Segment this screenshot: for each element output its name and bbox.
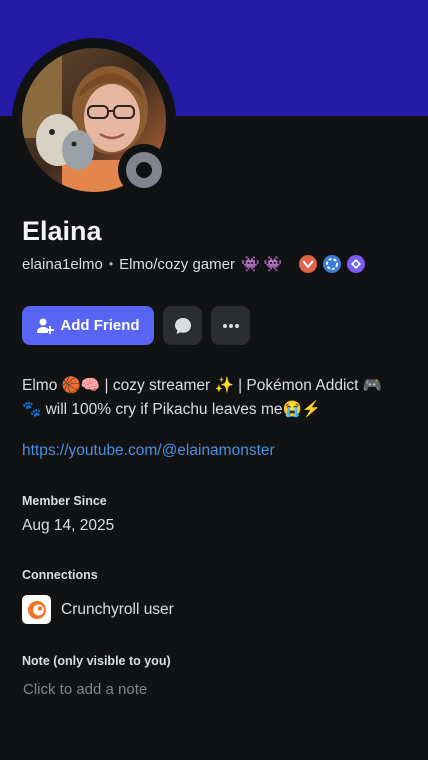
status-indicator: [118, 144, 170, 196]
bio-line: Elmo 🏀🧠 | cozy streamer ✨ | Pokémon Addi…: [22, 377, 383, 394]
member-since-title: Member Since: [22, 494, 107, 508]
note-title: Note (only visible to you): [22, 654, 171, 668]
add-friend-button[interactable]: Add Friend: [22, 306, 154, 345]
youtube-link[interactable]: https://youtube.com/@elainamonster: [22, 442, 275, 460]
note-input[interactable]: [22, 678, 402, 700]
badge-list: [298, 255, 365, 273]
connection-item[interactable]: Crunchyroll user: [22, 595, 174, 624]
profile-tagline: elaina1elmo • Elmo/cozy gamer 👾 👾: [22, 254, 365, 274]
avatar-container[interactable]: [12, 38, 176, 202]
profile-actions: Add Friend: [22, 306, 250, 345]
member-since-value: Aug 14, 2025: [22, 517, 115, 534]
add-friend-label: Add Friend: [60, 317, 140, 334]
status-emoji: 👾 👾: [240, 256, 283, 273]
connections-title: Connections: [22, 568, 98, 582]
nitro-boost-badge-icon[interactable]: [322, 255, 341, 273]
crunchyroll-icon: [22, 595, 51, 624]
bio: Elmo 🏀🧠 | cozy streamer ✨ | Pokémon Addi…: [22, 374, 414, 422]
bio-line: 🐾 will 100% cry if Pikachu leaves me😭⚡: [22, 401, 322, 418]
chat-bubble-icon: [174, 317, 191, 334]
more-options-button[interactable]: [211, 306, 250, 345]
connection-name: Crunchyroll user: [61, 600, 174, 618]
add-user-icon: [37, 318, 55, 334]
display-name: Elaina: [22, 216, 102, 246]
offline-status-icon: [126, 152, 162, 188]
separator-dot: •: [108, 257, 114, 271]
hypesquad-badge-icon[interactable]: [298, 255, 317, 273]
quest-badge-icon[interactable]: [346, 255, 365, 273]
custom-status: Elmo/cozy gamer: [119, 255, 235, 273]
message-button[interactable]: [163, 306, 202, 345]
more-icon: [222, 323, 239, 328]
username: elaina1elmo: [22, 255, 103, 273]
